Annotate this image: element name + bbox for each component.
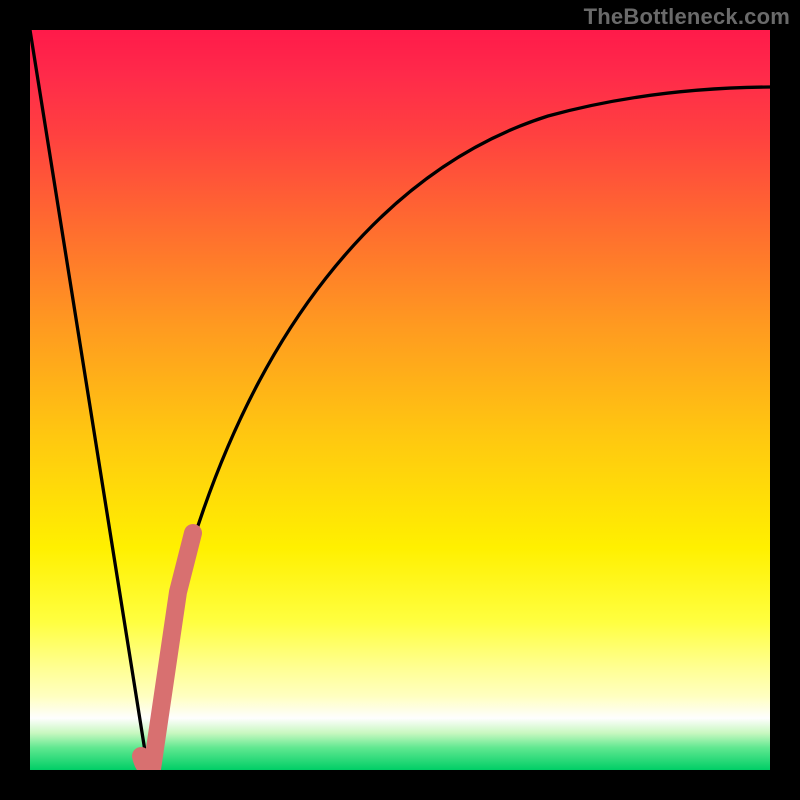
right-curve-line [148,87,770,770]
chart-frame: TheBottleneck.com [0,0,800,800]
highlight-segment-line [141,533,193,769]
plot-svg [30,30,770,770]
attribution-text: TheBottleneck.com [584,4,790,30]
left-slope-line [30,30,148,770]
plot-area [30,30,770,770]
